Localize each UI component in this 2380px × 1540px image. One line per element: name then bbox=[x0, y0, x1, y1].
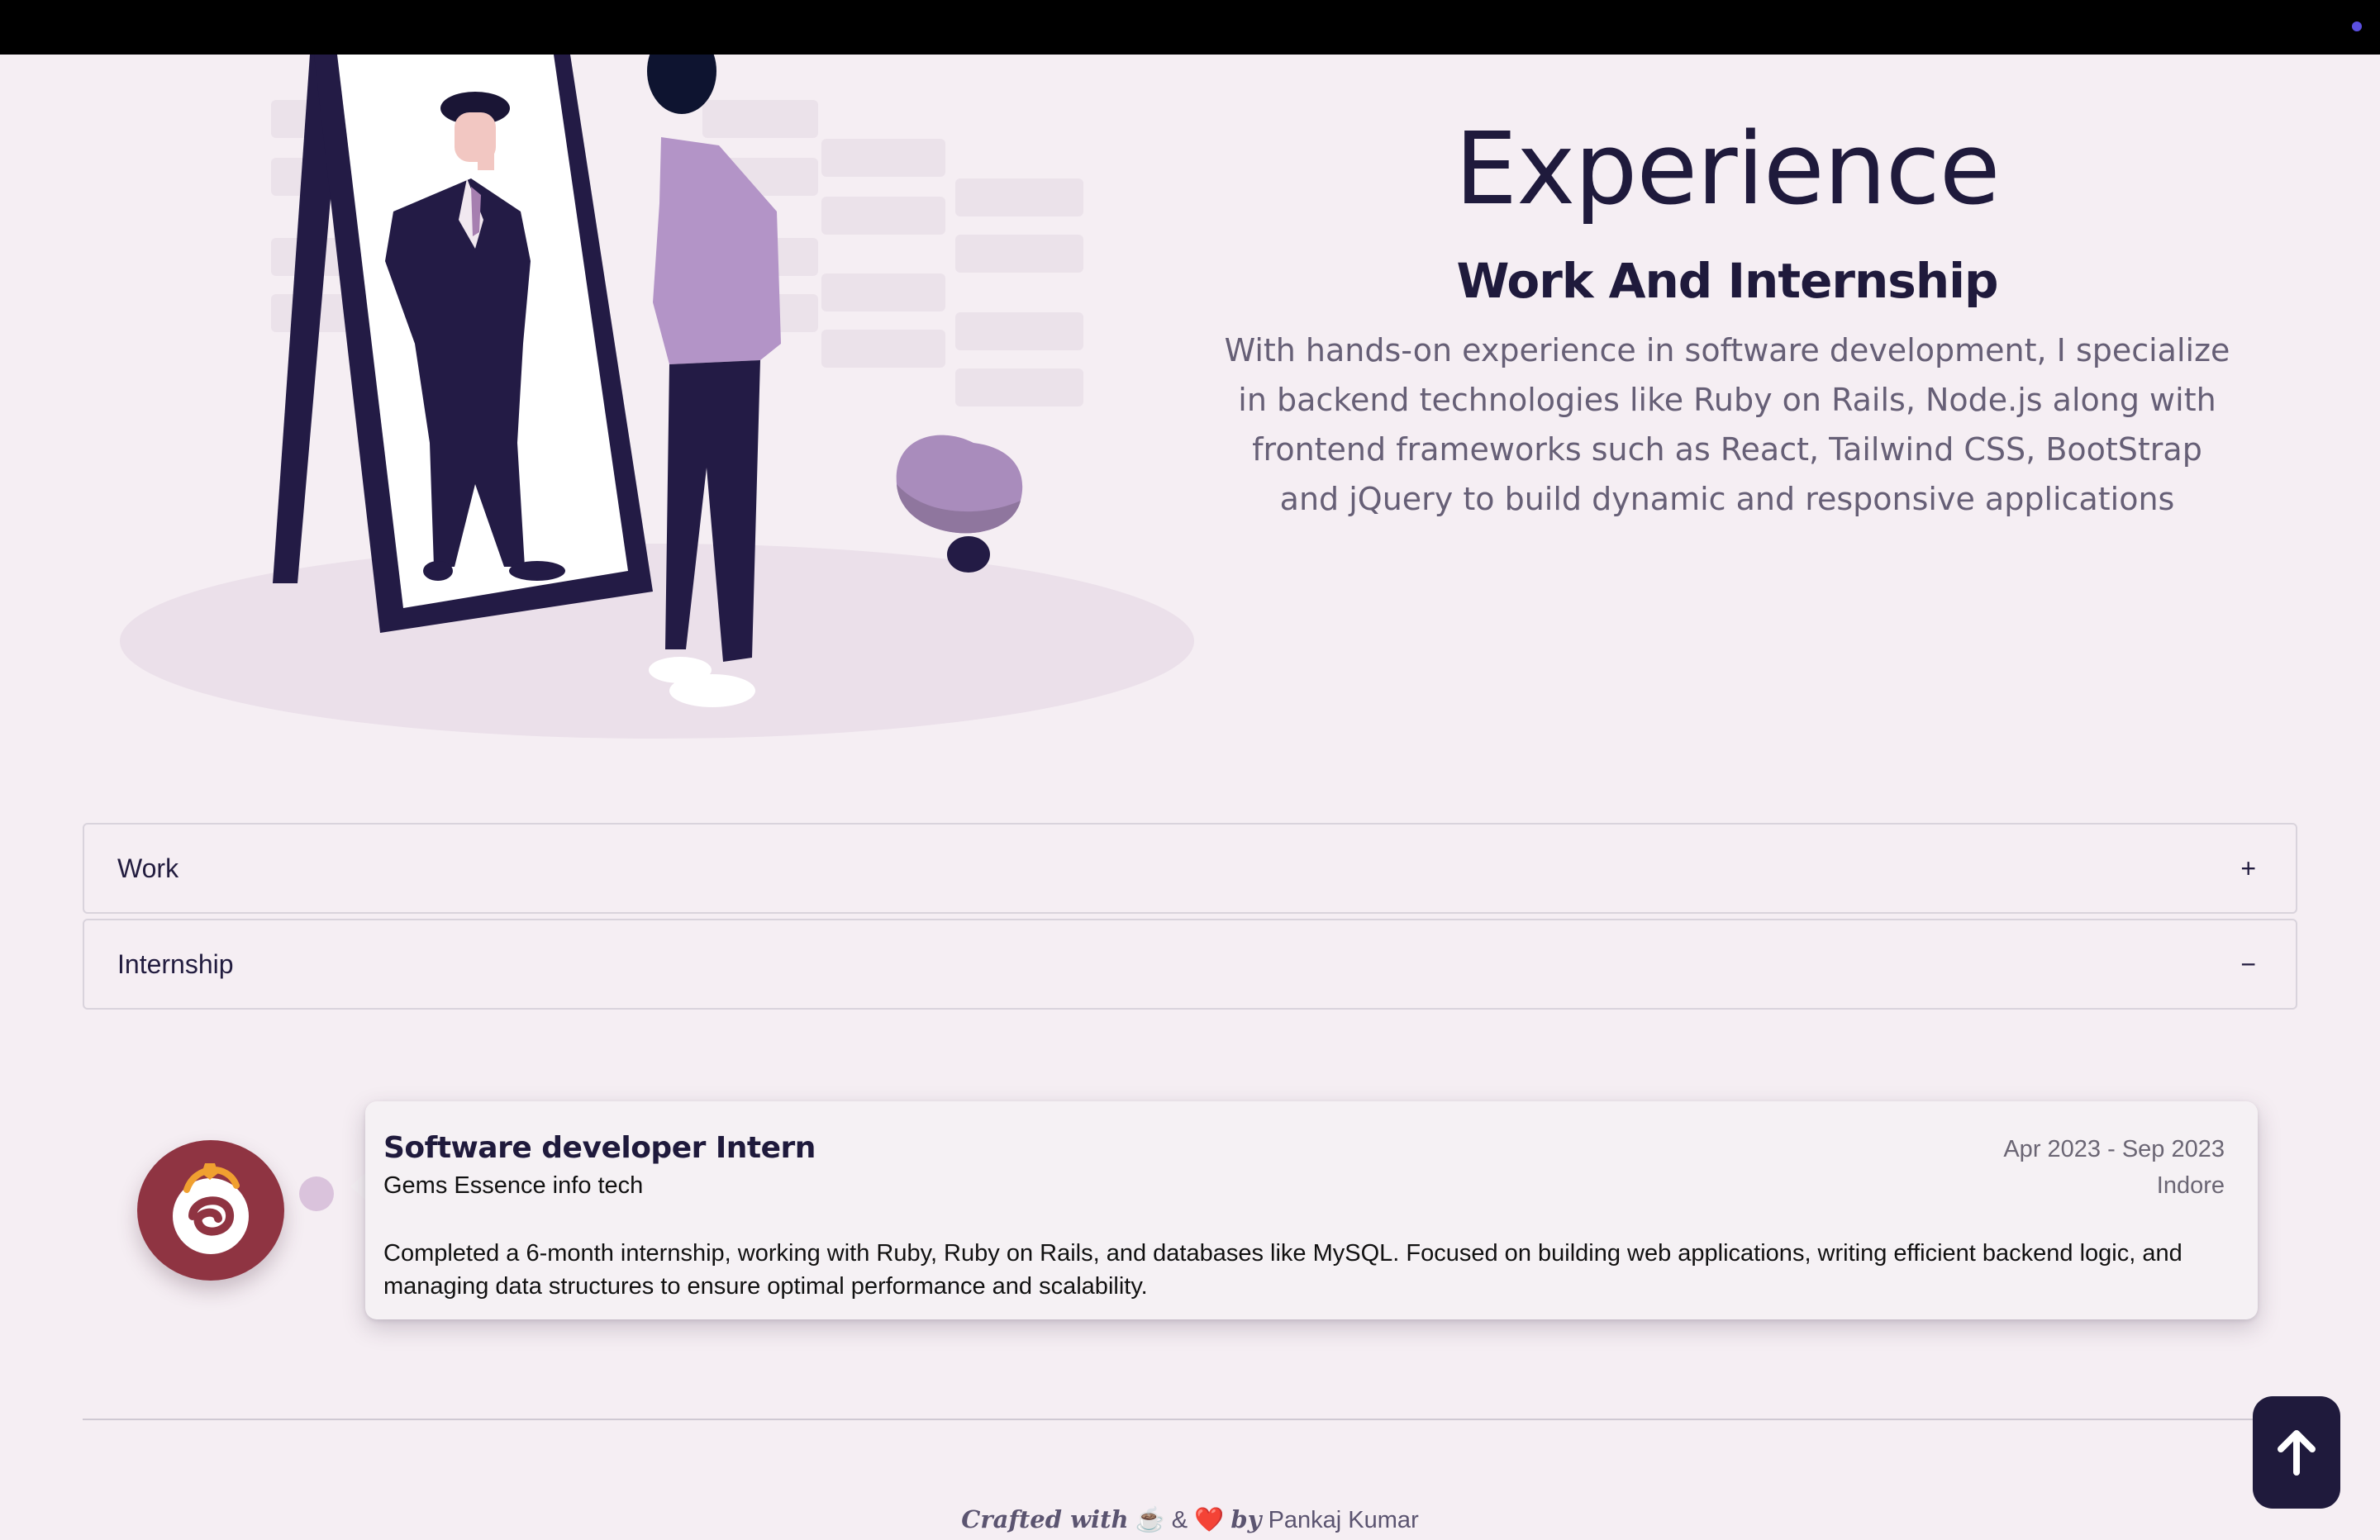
author-name: Pankaj Kumar bbox=[1268, 1507, 1419, 1533]
page-title: Experience bbox=[1454, 112, 2000, 227]
job-title: Software developer Intern bbox=[383, 1131, 816, 1165]
timeline-dot bbox=[299, 1176, 334, 1211]
hero-description: With hands-on experience in software dev… bbox=[1224, 332, 2230, 517]
mirror-illustration bbox=[120, 55, 1194, 739]
date-range: Apr 2023 - Sep 2023 bbox=[2003, 1136, 2225, 1162]
ampersand: & bbox=[1171, 1507, 1188, 1533]
accordion-label: Work bbox=[117, 853, 179, 883]
heart-icon: ❤️ bbox=[1194, 1507, 1225, 1533]
accordion-label: Internship bbox=[117, 948, 234, 979]
footer-divider bbox=[83, 1419, 2297, 1420]
plus-icon: + bbox=[2240, 853, 2256, 883]
job-description: Completed a 6-month internship, working … bbox=[383, 1240, 2182, 1300]
back-to-top-button[interactable] bbox=[2253, 1396, 2340, 1509]
by-text: by bbox=[1230, 1505, 1262, 1533]
footer: Crafted with ☕ & ❤️ by Pankaj Kumar bbox=[0, 1505, 2380, 1534]
accordion-internship[interactable]: Internship − bbox=[83, 919, 2297, 1010]
card-pointer bbox=[350, 1172, 367, 1201]
browser-top-bar bbox=[0, 0, 2380, 55]
status-dot bbox=[2352, 21, 2362, 31]
hero-section: Experience Work And Internship With hand… bbox=[1207, 116, 2248, 524]
company-logo bbox=[137, 1140, 284, 1281]
page-subtitle: Work And Internship bbox=[1456, 253, 1998, 309]
job-location: Indore bbox=[2156, 1172, 2225, 1199]
company-name: Gems Essence info tech bbox=[383, 1172, 644, 1199]
minus-icon: − bbox=[2240, 948, 2256, 979]
coffee-icon: ☕ bbox=[1135, 1507, 1165, 1533]
accordion-work[interactable]: Work + bbox=[83, 823, 2297, 914]
crafted-text: Crafted with bbox=[961, 1505, 1129, 1533]
arrow-up-icon bbox=[2278, 1430, 2316, 1476]
internship-card: Software developer Intern Gems Essence i… bbox=[365, 1101, 2258, 1319]
